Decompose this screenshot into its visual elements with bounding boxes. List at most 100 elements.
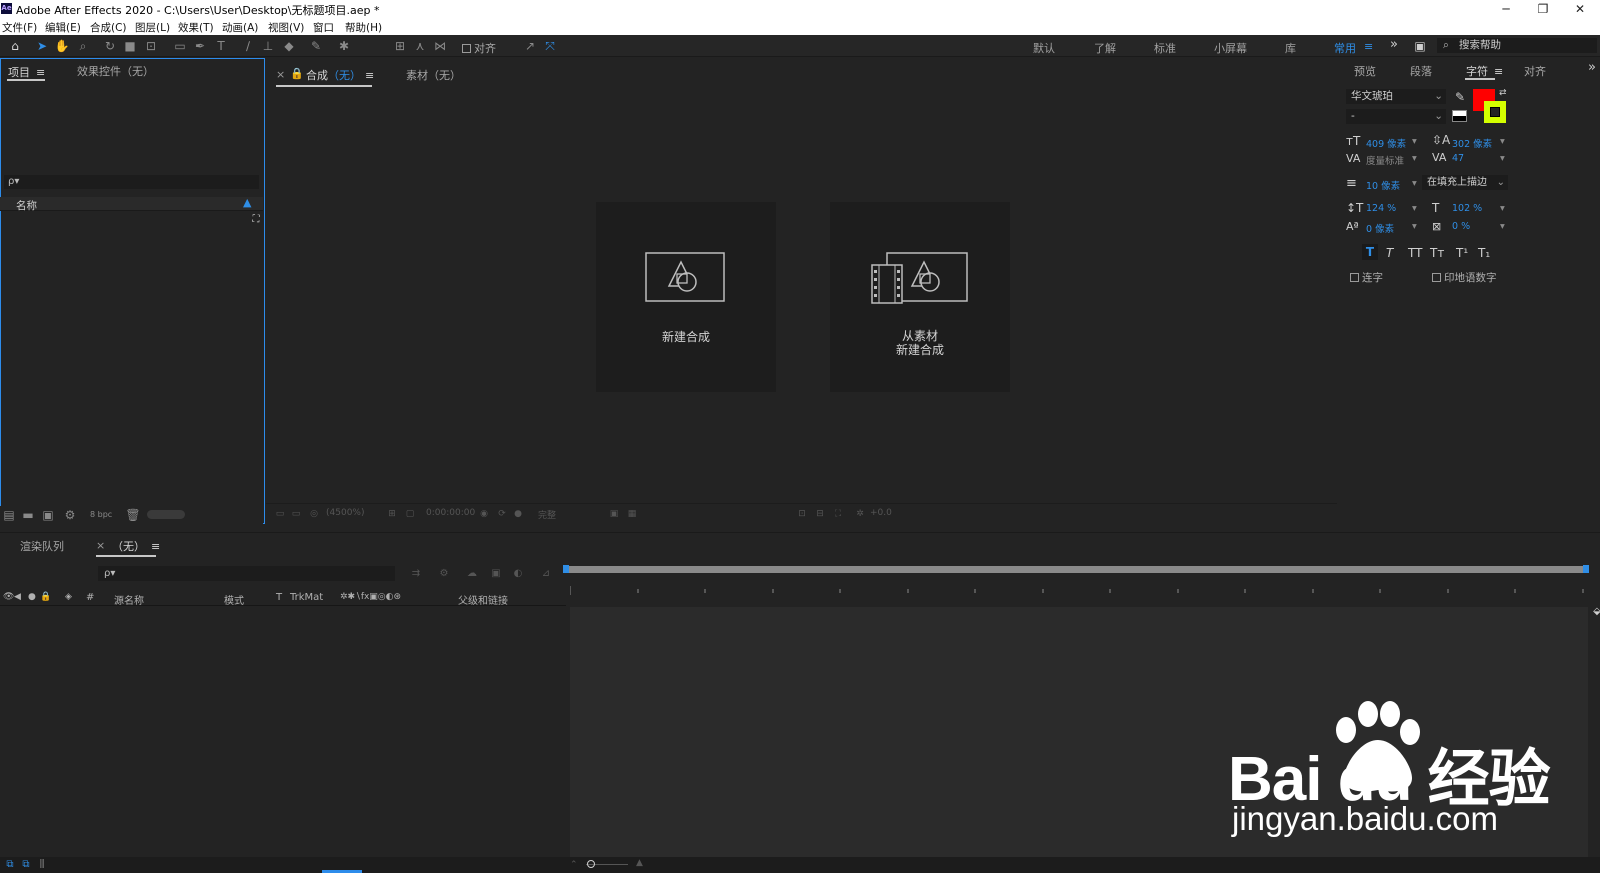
stroke-width-value[interactable]: 10 像素 [1366, 178, 1400, 192]
layer-switches-icon[interactable]: ⧉ [2, 857, 18, 873]
tab-effect-controls[interactable]: 效果控件（无） [77, 63, 154, 79]
exposure-value[interactable]: +0.0 [870, 508, 892, 518]
workspace-learn[interactable]: 了解 [1094, 40, 1116, 56]
eraser-tool-icon[interactable]: ◆ [281, 38, 297, 54]
column-t[interactable]: T [276, 592, 282, 603]
small-caps-button[interactable]: Tт [1430, 246, 1444, 260]
roto-brush-tool-icon[interactable]: ✎ [308, 38, 324, 54]
close-comp-tab-icon[interactable]: × [276, 68, 285, 81]
hand-tool-icon[interactable]: ✋ [54, 38, 70, 54]
close-timeline-tab-icon[interactable]: × [96, 539, 105, 552]
faux-bold-button[interactable]: T [1362, 244, 1378, 260]
new-composition-card[interactable]: 新建合成 [596, 202, 776, 392]
column-parent-link[interactable]: 父级和链接 [458, 592, 508, 607]
font-size-value[interactable]: 409 像素 [1366, 136, 1406, 150]
current-time[interactable]: 0:00:00:00 [426, 508, 475, 518]
color-channels-icon[interactable]: ● [510, 506, 526, 522]
transfer-controls-icon[interactable]: ⧉ [18, 857, 34, 873]
hindi-digits-checkbox[interactable]: 印地语数字 [1432, 270, 1497, 285]
panel-menu-icon[interactable]: ≡ [151, 540, 160, 553]
comp-marker-bin-icon[interactable]: ⬙ [1589, 604, 1600, 620]
menu-composition[interactable]: 合成(C) [90, 20, 127, 35]
subscript-button[interactable]: T₁ [1478, 246, 1490, 260]
menu-effect[interactable]: 效果(T) [178, 20, 214, 35]
menu-window[interactable]: 窗口 [313, 20, 334, 35]
clone-stamp-tool-icon[interactable]: ⊥ [260, 38, 276, 54]
stroke-mode-dropdown[interactable]: 在填充上描边 ⌄ [1422, 175, 1508, 190]
font-family-dropdown[interactable]: 华文琥珀 ⌄ [1346, 89, 1446, 104]
tab-footage[interactable]: 素材（无） [406, 67, 461, 83]
stroke-color-swatch[interactable] [1484, 101, 1506, 123]
panel-overflow-icon[interactable]: » [1588, 60, 1596, 75]
menu-help[interactable]: 帮助(H) [345, 20, 382, 35]
menu-layer[interactable]: 图层(L) [135, 20, 170, 35]
snap-icon[interactable]: ↗ [522, 38, 538, 54]
chevron-down-icon[interactable]: ▾ [1500, 153, 1505, 164]
rectangle-tool-icon[interactable]: ▭ [172, 38, 188, 54]
new-folder-icon[interactable]: ▬ [20, 507, 36, 523]
new-composition-icon[interactable]: ▣ [40, 507, 56, 523]
brush-tool-icon[interactable]: ∕ [240, 38, 256, 54]
menu-view[interactable]: 视图(V) [268, 20, 304, 35]
frame-blending-icon[interactable]: ▣ [488, 566, 504, 582]
swap-colors-icon[interactable]: ⇄ [1499, 88, 1507, 98]
audio-icon[interactable]: ◀ [14, 592, 21, 602]
motion-blur-icon[interactable]: ◐ [510, 566, 526, 582]
restore-button[interactable]: ❐ [1525, 0, 1561, 18]
align-checkbox[interactable]: 对齐 [462, 40, 496, 56]
minimize-button[interactable]: ─ [1488, 0, 1524, 18]
leading-value[interactable]: 302 像素 [1452, 136, 1492, 150]
vr-icon[interactable]: ◎ [306, 506, 322, 522]
monitor-icon[interactable]: ▭ [288, 506, 304, 522]
always-preview-icon[interactable]: ▭ [272, 506, 288, 522]
thumbnail-slider[interactable] [147, 510, 185, 519]
column-source-name[interactable]: 源名称 [114, 592, 144, 607]
tab-align[interactable]: 对齐 [1524, 63, 1546, 79]
ligatures-checkbox[interactable]: 连字 [1350, 270, 1383, 285]
chevron-down-icon[interactable]: ▾ [1500, 221, 1505, 232]
tab-preview[interactable]: 预览 [1354, 63, 1376, 79]
column-name[interactable]: 名称 [16, 198, 37, 213]
navigator-start-handle[interactable] [563, 565, 569, 573]
view-axis-icon[interactable]: ⋈ [432, 38, 448, 54]
snapshot-icon[interactable]: ◉ [476, 506, 492, 522]
navigator-end-handle[interactable] [1583, 565, 1589, 573]
eyedropper-icon[interactable]: ✎ [1452, 89, 1468, 105]
zoom-slider-handle[interactable] [587, 860, 595, 868]
exposure-icon[interactable]: ✲ [852, 506, 868, 522]
snap-options-icon[interactable]: ⤧ [542, 38, 558, 54]
menu-file[interactable]: 文件(F) [2, 20, 37, 35]
keyboard-icon[interactable]: ▣ [1412, 38, 1428, 54]
time-navigator-bar[interactable] [566, 566, 1589, 573]
tracking-value[interactable]: 47 [1452, 153, 1464, 164]
local-axis-icon[interactable]: ⊞ [392, 38, 408, 54]
workspace-default[interactable]: 默认 [1033, 40, 1055, 56]
workspace-library[interactable]: 库 [1285, 40, 1296, 56]
hindi-digits-checkbox-box[interactable] [1432, 273, 1441, 282]
tab-paragraph[interactable]: 段落 [1410, 63, 1432, 79]
in-out-duration-icon[interactable]: ⫼ [34, 857, 50, 873]
search-help-input[interactable]: ⌕ 搜索帮助 [1437, 38, 1597, 53]
flowchart-icon[interactable]: ⛶ [830, 506, 846, 522]
puppet-tool-icon[interactable]: ✱ [336, 38, 352, 54]
resolution-dropdown[interactable]: 完整 [538, 508, 556, 521]
shy-layers-icon[interactable]: ☁ [464, 566, 480, 582]
menu-animation[interactable]: 动画(A) [222, 20, 258, 35]
pen-tool-icon[interactable]: ✒ [192, 38, 208, 54]
chevron-down-icon[interactable]: ▾ [1500, 136, 1505, 147]
zoom-in-icon[interactable]: ▲ [636, 858, 643, 868]
rotate-tool-icon[interactable]: ↻ [102, 38, 118, 54]
interpret-footage-icon[interactable]: ▤ [1, 507, 17, 523]
project-search-input[interactable]: ρ▾ [4, 175, 259, 189]
chevron-down-icon[interactable]: ▾ [1500, 203, 1505, 214]
zoom-out-icon[interactable]: ⌃ [570, 860, 578, 870]
label-icon[interactable]: ◈ [65, 592, 72, 602]
tab-composition[interactable]: 合成（无） ≡ [306, 67, 374, 83]
tab-timeline-none[interactable]: （无） ≡ [112, 538, 160, 554]
lock-icon[interactable]: 🔒 [290, 67, 304, 80]
timeline-search-input[interactable]: ρ▾ [98, 566, 395, 581]
column-number[interactable]: # [86, 592, 94, 603]
menu-edit[interactable]: 编辑(E) [45, 20, 81, 35]
type-tool-icon[interactable]: T [213, 38, 229, 54]
flowchart-icon[interactable]: ⛶ [248, 212, 264, 228]
